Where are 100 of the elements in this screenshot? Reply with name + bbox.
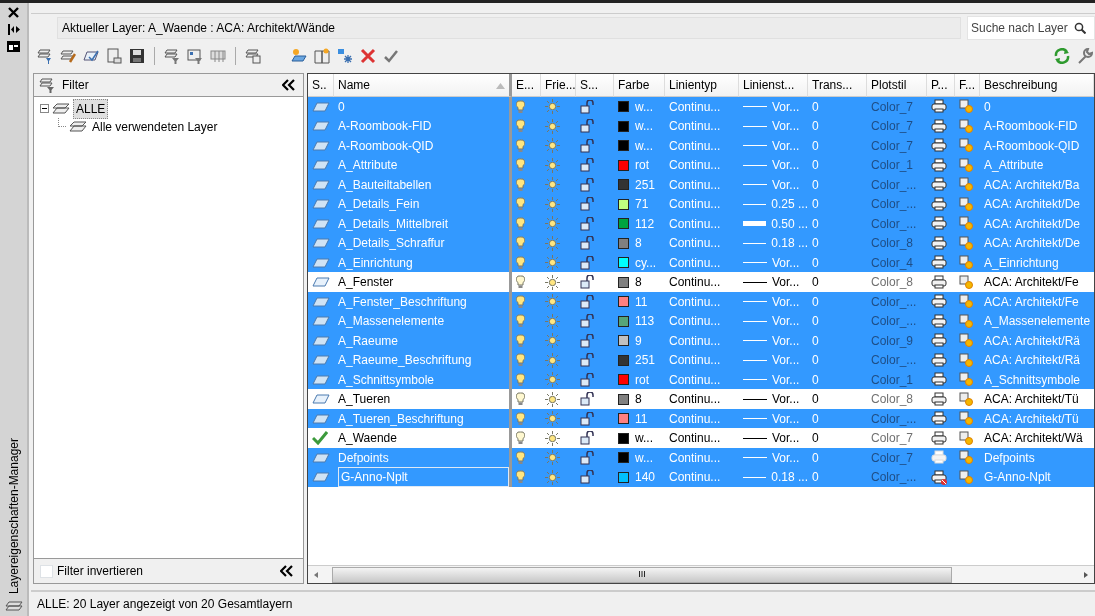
column-header[interactable]: Plotstil	[867, 73, 927, 97]
sun-icon[interactable]	[545, 294, 560, 310]
description-value[interactable]: ACA: Architekt/De	[980, 213, 1094, 234]
description-value[interactable]: ACA: Architekt/Tü	[980, 389, 1094, 409]
column-header[interactable]: P...	[927, 73, 955, 97]
linetype-value[interactable]: Continu...	[665, 291, 739, 312]
linetype-value[interactable]: Continu...	[665, 174, 739, 195]
unlocked-padlock-icon[interactable]	[580, 197, 596, 212]
unlocked-padlock-icon[interactable]	[580, 470, 596, 485]
viewport-freeze-icon[interactable]	[959, 372, 974, 388]
color-swatch[interactable]	[618, 120, 629, 132]
transparency-value[interactable]: 0	[808, 135, 867, 156]
unlocked-padlock-icon[interactable]	[580, 372, 596, 387]
linetype-value[interactable]: Continu...	[665, 311, 739, 331]
printer-icon[interactable]	[931, 235, 948, 251]
color-swatch[interactable]	[618, 354, 629, 366]
unlocked-padlock-icon[interactable]	[580, 275, 596, 290]
lineweight-value[interactable]: Vor...	[772, 273, 800, 292]
description-value[interactable]: A-Roombook-FID	[980, 116, 1094, 136]
lightbulb-icon[interactable]	[516, 197, 525, 212]
unlocked-padlock-icon[interactable]	[580, 236, 596, 251]
color-swatch[interactable]	[618, 179, 629, 191]
lightbulb-icon[interactable]	[516, 216, 525, 231]
transparency-value[interactable]: 0	[808, 96, 867, 117]
layer-name[interactable]: A_Fenster	[338, 273, 394, 292]
unlocked-padlock-icon[interactable]	[580, 99, 596, 114]
lightbulb-icon[interactable]	[516, 99, 525, 114]
printer-icon[interactable]	[931, 255, 948, 271]
lightbulb-icon[interactable]	[516, 138, 525, 153]
color-swatch[interactable]	[618, 257, 629, 269]
sun-icon[interactable]	[545, 255, 560, 271]
description-value[interactable]: ACA: Architekt/Fe	[980, 291, 1094, 312]
unlocked-padlock-icon[interactable]	[580, 216, 596, 231]
transparency-value[interactable]: 0	[808, 194, 867, 214]
linetype-value[interactable]: Continu...	[665, 389, 739, 409]
lightbulb-icon[interactable]	[516, 236, 525, 251]
color-swatch[interactable]	[618, 452, 629, 464]
column-header[interactable]: Linientyp	[665, 73, 739, 97]
printer-icon[interactable]	[931, 313, 948, 329]
color-swatch[interactable]	[618, 296, 629, 308]
viewport-freeze-icon[interactable]	[959, 469, 974, 485]
transparency-value[interactable]: 0	[808, 467, 867, 487]
viewport-freeze-icon[interactable]	[959, 157, 974, 173]
description-value[interactable]: ACA: Architekt/Wä	[980, 428, 1094, 448]
lightbulb-icon[interactable]	[516, 411, 525, 426]
sun-icon[interactable]	[545, 118, 560, 134]
horizontal-scrollbar[interactable]: III	[308, 565, 1094, 584]
description-value[interactable]: A_Attribute	[980, 155, 1094, 175]
transparency-value[interactable]: 0	[808, 252, 867, 273]
description-value[interactable]: A-Roombook-QID	[980, 135, 1094, 156]
transparency-value[interactable]: 0	[808, 155, 867, 175]
printer-icon[interactable]	[931, 216, 948, 232]
lightbulb-icon[interactable]	[516, 333, 525, 348]
layer-name[interactable]: A_Tueren	[338, 390, 391, 409]
column-header[interactable]: S...	[576, 73, 614, 97]
color-name[interactable]: 8	[635, 273, 642, 292]
description-value[interactable]: G-Anno-Nplt	[980, 467, 1094, 487]
transparency-value[interactable]: 0	[808, 174, 867, 195]
linetype-value[interactable]: Continu...	[665, 252, 739, 273]
column-header[interactable]: Farbe	[614, 73, 665, 97]
viewport-freeze-icon[interactable]	[959, 118, 974, 134]
linetype-value[interactable]: Continu...	[665, 408, 739, 429]
invert-label[interactable]: Filter invertieren	[57, 562, 144, 581]
color-name[interactable]: 8	[635, 234, 642, 253]
color-swatch[interactable]	[618, 159, 629, 171]
viewport-freeze-icon[interactable]	[959, 430, 974, 446]
unlocked-padlock-icon[interactable]	[580, 138, 596, 153]
lightbulb-icon[interactable]	[516, 177, 525, 192]
sun-icon[interactable]	[545, 274, 560, 290]
lightbulb-icon[interactable]	[516, 294, 525, 309]
lightbulb-icon[interactable]	[516, 372, 525, 387]
lightbulb-icon[interactable]	[516, 392, 525, 407]
unlocked-padlock-icon[interactable]	[580, 177, 596, 192]
unlocked-padlock-icon[interactable]	[580, 255, 596, 270]
printer-icon[interactable]	[931, 99, 948, 115]
transparency-value[interactable]: 0	[808, 116, 867, 136]
printer-icon[interactable]	[931, 411, 948, 427]
sun-icon[interactable]	[545, 235, 560, 251]
printer-icon[interactable]	[931, 333, 948, 349]
sun-icon[interactable]	[545, 411, 560, 427]
properties-icon[interactable]	[7, 41, 20, 52]
linetype-value[interactable]: Continu...	[665, 233, 739, 253]
unlocked-padlock-icon[interactable]	[580, 392, 596, 407]
linetype-value[interactable]: Continu...	[665, 330, 739, 351]
transparency-value[interactable]: 0	[808, 291, 867, 312]
transparency-value[interactable]: 0	[808, 350, 867, 370]
layer-name[interactable]: 0	[338, 97, 345, 116]
column-header[interactable]: F...	[955, 73, 980, 97]
description-value[interactable]: A_Massenelemente	[980, 311, 1094, 331]
viewport-freeze-icon[interactable]	[959, 294, 974, 310]
transparency-value[interactable]: 0	[808, 369, 867, 390]
tree-item[interactable]: Alle verwendeten Layer	[90, 117, 220, 136]
viewport-freeze-icon[interactable]	[959, 235, 974, 251]
color-swatch[interactable]	[618, 140, 629, 152]
linetype-value[interactable]: Continu...	[665, 272, 739, 292]
sun-icon[interactable]	[545, 450, 560, 466]
viewport-freeze-icon[interactable]	[959, 333, 974, 349]
linetype-value[interactable]: Continu...	[665, 447, 739, 468]
column-header[interactable]: S..	[308, 73, 334, 97]
transparency-value[interactable]: 0	[808, 213, 867, 234]
